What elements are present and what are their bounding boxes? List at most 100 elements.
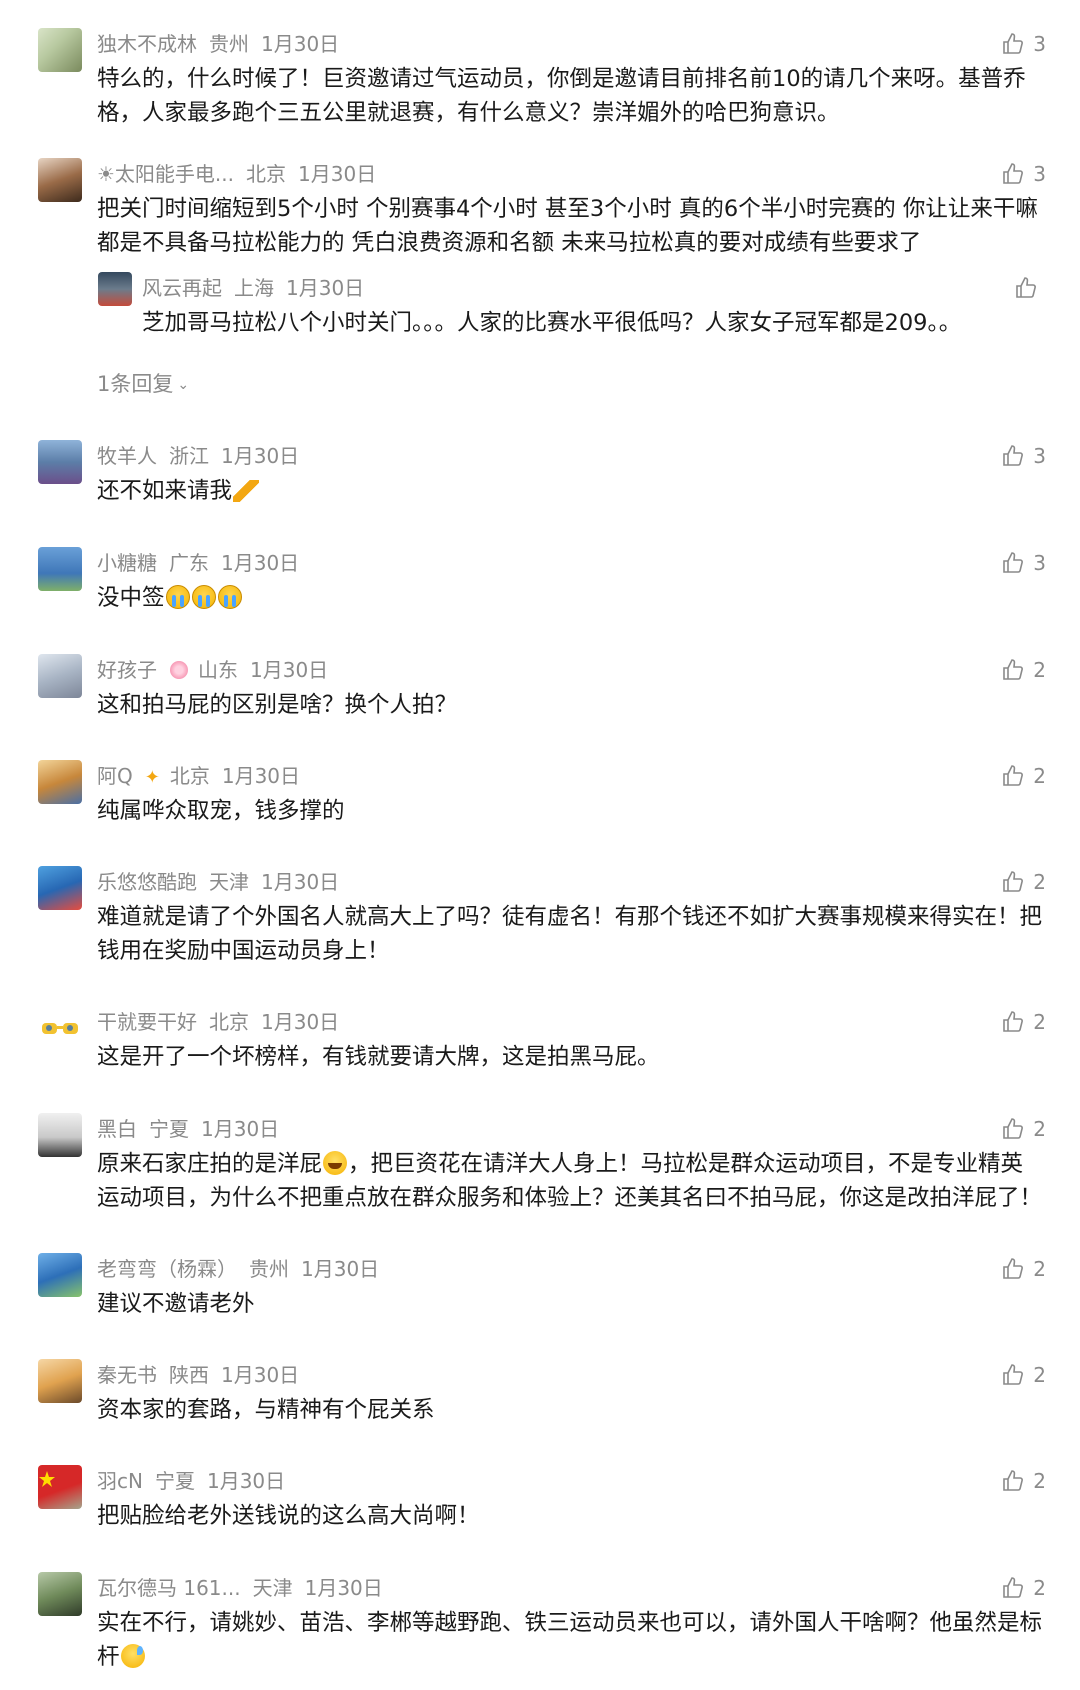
username[interactable]: 乐悠悠酷跑	[97, 870, 197, 894]
like-button[interactable]: 3	[1001, 442, 1046, 470]
date: 1月30日	[250, 658, 329, 682]
comment-item: 小糖糖 广东 1月30日 3 没中签	[0, 547, 1080, 627]
avatar[interactable]	[38, 1006, 82, 1050]
username[interactable]: 牧羊人	[97, 444, 157, 468]
like-button[interactable]: 2	[1001, 1574, 1046, 1602]
like-button[interactable]: 2	[1001, 1008, 1046, 1036]
like-count: 2	[1033, 1010, 1046, 1034]
location: 广东	[169, 551, 209, 575]
thumbs-up-icon	[1003, 1577, 1024, 1598]
date: 1月30日	[298, 162, 377, 186]
avatar[interactable]	[38, 158, 82, 202]
username[interactable]: 黑白	[97, 1117, 137, 1141]
date: 1月30日	[206, 1469, 286, 1493]
like-button[interactable]: 3	[1001, 160, 1046, 188]
thumbs-up-icon	[1003, 445, 1024, 466]
comment-text: 原来石家庄拍的是洋屁	[97, 1151, 323, 1177]
laugh-emoji	[323, 1151, 348, 1175]
bow-emoji	[233, 480, 260, 502]
like-count: 2	[1033, 658, 1046, 682]
comment-text: 这和拍马屁的区别是啥？换个人拍？	[97, 692, 458, 718]
avatar[interactable]	[38, 440, 82, 484]
like-button[interactable]: 2	[1001, 1361, 1046, 1389]
avatar[interactable]	[38, 1572, 82, 1616]
username[interactable]: 阿Q	[97, 764, 133, 788]
username[interactable]: 风云再起	[142, 276, 222, 300]
avatar[interactable]	[98, 272, 132, 306]
like-button[interactable]: 2	[1001, 762, 1046, 790]
avatar[interactable]	[38, 654, 82, 698]
comment-text: 纯属哗众取宠，钱多撑的	[97, 798, 345, 824]
avatar[interactable]	[38, 1113, 82, 1157]
like-button[interactable]: 2	[1001, 1115, 1046, 1143]
sweat-emoji	[120, 1644, 145, 1668]
like-button[interactable]: 3	[1001, 549, 1046, 577]
like-button[interactable]: 2	[1001, 1255, 1046, 1283]
goggles-avatar-art	[42, 1023, 78, 1034]
comment-item: 羽cN 宁夏 1月30日 2 把贴脸给老外送钱说的这么高大尚啊！	[0, 1465, 1080, 1545]
avatar[interactable]	[38, 1465, 82, 1509]
avatar[interactable]	[38, 866, 82, 910]
username[interactable]: 小糖糖	[97, 551, 157, 575]
thumbs-up-icon	[1003, 1118, 1024, 1139]
comment-item: 瓦尔德马 161... 天津 1月30日 2 实在不行，请姚妙、苗浩、李郴等越野跑、…	[0, 1572, 1080, 1682]
like-count: 2	[1033, 1117, 1046, 1141]
username[interactable]: 瓦尔德马 161...	[97, 1576, 241, 1600]
date: 1月30日	[261, 32, 340, 56]
location: 陕西	[169, 1363, 209, 1387]
comment-text: 把关门时间缩短到5个小时 个别赛事4个小时 甚至3个小时 真的6个半小时完赛的 …	[97, 196, 1038, 256]
username[interactable]: 老弯弯（杨霖）	[97, 1257, 237, 1281]
thumbs-up-icon	[1003, 765, 1024, 786]
username[interactable]: ☀太阳能手电...	[97, 162, 234, 186]
location: 浙江	[169, 444, 209, 468]
date: 1月30日	[286, 276, 365, 300]
comment-text: 难道就是请了个外国名人就高大上了吗？徒有虚名！有那个钱还不如扩大赛事规模来得实在…	[97, 904, 1043, 964]
avatar[interactable]	[38, 1253, 82, 1297]
location: 宁夏	[154, 1469, 195, 1493]
thumbs-up-icon	[1003, 871, 1024, 892]
username[interactable]: 秦无书	[97, 1363, 157, 1387]
like-button[interactable]: 2	[1001, 1467, 1046, 1495]
like-button[interactable]: 2	[1001, 656, 1046, 684]
reply-text: 芝加哥马拉松八个小时关门。。。人家的比赛水平很低吗？人家女子冠军都是209。。	[142, 310, 962, 336]
comment-text: 特么的，什么时候了！巨资邀请过气运动员，你倒是邀请目前排名前10的请几个来呀。基…	[97, 66, 1026, 126]
thumbs-up-icon	[1003, 163, 1024, 184]
avatar[interactable]	[38, 547, 82, 591]
like-count: 2	[1033, 870, 1046, 894]
username[interactable]: 独木不成林	[97, 32, 197, 56]
avatar[interactable]	[38, 760, 82, 804]
location: 天津	[209, 870, 249, 894]
thumbs-up-icon	[1003, 659, 1024, 680]
thumbs-up-icon	[1003, 33, 1024, 54]
chevron-down-icon: ⌄	[177, 377, 190, 393]
date: 1月30日	[201, 1117, 280, 1141]
like-count: 3	[1033, 444, 1046, 468]
thumbs-up-icon	[1003, 552, 1024, 573]
flower-emoji	[170, 661, 188, 679]
runner-emoji: ✦	[144, 767, 160, 788]
comment-text: 实在不行，请姚妙、苗浩、李郴等越野跑、铁三运动员来也可以，请外国人干啥啊？他虽然…	[97, 1610, 1043, 1670]
like-button[interactable]: 3	[1001, 30, 1046, 58]
view-replies-link[interactable]: 1条回复 ⌄	[97, 368, 189, 400]
username[interactable]: 羽cN	[97, 1469, 143, 1493]
avatar[interactable]	[38, 1359, 82, 1403]
comment-text: 把贴脸给老外送钱说的这么高大尚啊！	[97, 1503, 480, 1529]
like-button[interactable]	[1014, 274, 1046, 302]
reply-item: 风云再起 上海 1月30日 芝加哥马拉松八个小时关门。。。人家的比赛水平很低吗？人家…	[0, 272, 1080, 352]
comment-item: 黑白 宁夏 1月30日 2 原来石家庄拍的是洋屁 ，把巨资花在请洋大人身上！马拉松是群…	[0, 1113, 1080, 1223]
comment-item: 老弯弯（杨霖） 贵州 1月30日 2 建议不邀请老外	[0, 1253, 1080, 1333]
comment-item: 乐悠悠酷跑 天津 1月30日 2 难道就是请了个外国名人就高大上了吗？徒有虚名！有那…	[0, 866, 1080, 976]
location: 北京	[246, 162, 287, 186]
date: 1月30日	[221, 551, 300, 575]
comment-item: 独木不成林 贵州 1月30日 3 特么的，什么时候了！巨资邀请过气运动员，你倒是邀请…	[0, 28, 1080, 138]
like-count: 2	[1033, 1257, 1046, 1281]
avatar[interactable]	[38, 28, 82, 72]
username[interactable]: 好孩子	[97, 658, 157, 682]
location: 北京	[209, 1010, 249, 1034]
comment-item: 好孩子 山东 1月30日 2 这和拍马屁的区别是啥？换个人拍？	[0, 654, 1080, 734]
username[interactable]: 干就要干好	[97, 1010, 197, 1034]
comment-item: 干就要干好 北京 1月30日 2 这是开了一个坏榜样，有钱就要请大牌，这是拍黑马屁。	[0, 1006, 1080, 1086]
like-count: 3	[1033, 551, 1046, 575]
like-button[interactable]: 2	[1001, 868, 1046, 896]
like-count: 2	[1033, 1363, 1046, 1387]
